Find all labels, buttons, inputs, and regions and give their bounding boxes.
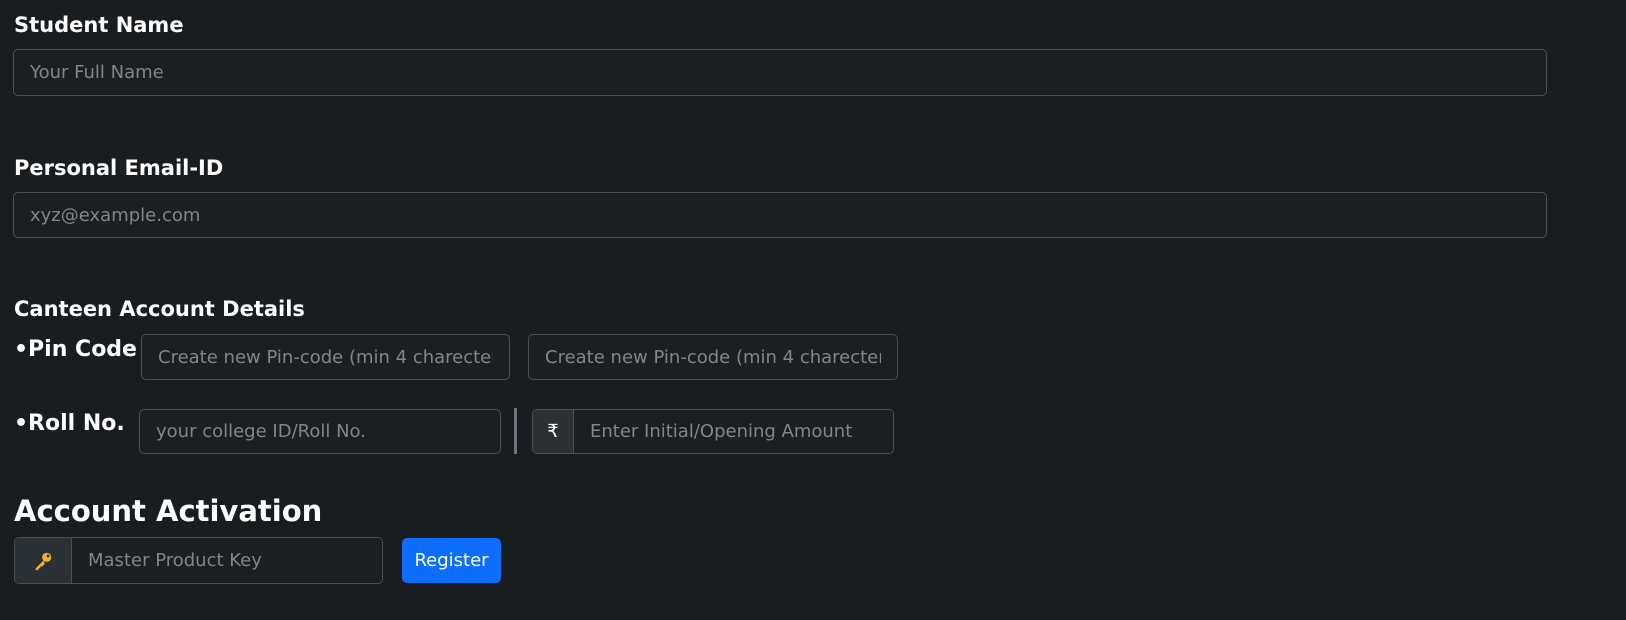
email-label: Personal Email-ID — [14, 156, 224, 180]
pin-code-label: •Pin Code — [14, 337, 137, 362]
registration-form: Student Name Personal Email-ID Canteen A… — [0, 0, 1626, 620]
canteen-heading: Canteen Account Details — [14, 297, 305, 321]
activation-heading: Account Activation — [14, 494, 322, 528]
pin-code-confirm-input[interactable] — [528, 334, 898, 380]
field-divider — [514, 408, 517, 454]
student-name-label: Student Name — [14, 13, 184, 37]
opening-amount-input[interactable] — [574, 410, 893, 453]
student-name-input[interactable] — [13, 49, 1547, 96]
register-button[interactable]: Register — [402, 538, 501, 583]
roll-no-input[interactable] — [139, 409, 501, 454]
roll-no-label: •Roll No. — [14, 411, 125, 436]
activation-heading-text: Account Activation — [14, 494, 323, 528]
pin-code-input[interactable] — [141, 334, 510, 380]
product-key-input-group — [14, 537, 383, 584]
rupee-icon: ₹ — [533, 410, 574, 453]
key-icon — [15, 538, 72, 583]
amount-input-group: ₹ — [532, 409, 894, 454]
email-input[interactable] — [13, 192, 1547, 238]
master-product-key-input[interactable] — [72, 538, 382, 583]
